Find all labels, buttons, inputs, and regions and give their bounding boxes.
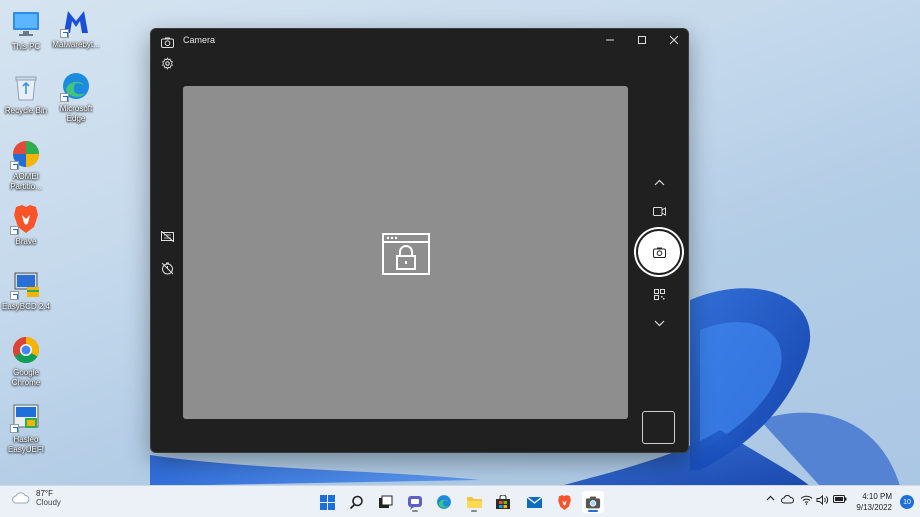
volume-button[interactable]	[816, 495, 829, 505]
chevron-down-icon	[654, 320, 664, 326]
title-bar[interactable]: Camera	[151, 29, 688, 53]
network-button[interactable]	[800, 495, 813, 505]
mode-up-button[interactable]	[648, 171, 670, 193]
chevron-up-icon	[654, 179, 664, 185]
video-mode-button[interactable]	[648, 200, 670, 222]
aomei-icon	[10, 138, 42, 170]
hdr-off-icon	[160, 230, 174, 242]
shortcut-arrow-icon	[10, 424, 19, 433]
qr-code-icon	[653, 288, 665, 300]
running-indicator	[471, 510, 477, 512]
desktop-icon-recycle-bin[interactable]: Recycle Bin	[0, 72, 52, 116]
windows-logo-icon	[319, 494, 335, 510]
settings-button[interactable]	[156, 52, 178, 74]
taskbar-search-button[interactable]	[345, 491, 367, 513]
edge-icon	[437, 495, 451, 509]
close-button[interactable]	[658, 29, 690, 51]
desktop-icon-label: Brave	[15, 237, 37, 246]
hdr-off-button[interactable]	[156, 225, 178, 247]
malwarebytes-icon	[60, 6, 92, 38]
onedrive-button[interactable]	[781, 495, 794, 504]
desktop-icon-malwarebytes[interactable]: Malwarebyt...	[50, 6, 102, 50]
desktop-icon-brave[interactable]: Brave	[0, 203, 52, 247]
camera-app-icon	[161, 35, 174, 53]
maximize-button[interactable]	[626, 29, 658, 51]
recycle-bin-icon	[10, 72, 42, 104]
battery-icon	[833, 495, 847, 503]
shortcut-arrow-icon	[60, 29, 69, 38]
edge-icon	[60, 70, 92, 102]
cloud-icon	[12, 492, 30, 504]
camera-icon	[652, 247, 666, 258]
active-indicator	[588, 510, 598, 512]
battery-button[interactable]	[833, 495, 847, 503]
start-button[interactable]	[316, 491, 338, 513]
weather-temp: 87°F	[36, 489, 53, 498]
running-indicator	[412, 510, 418, 512]
camera-blocked-lock-icon	[382, 233, 430, 280]
taskbar-file-explorer-button[interactable]	[463, 491, 485, 513]
speaker-icon	[816, 495, 829, 505]
store-icon	[496, 494, 510, 509]
gear-icon	[161, 56, 173, 70]
taskbar-edge-button[interactable]	[433, 491, 455, 513]
chat-icon	[408, 495, 422, 510]
desktop-icon-microsoft-edge[interactable]: Microsoft Edge	[50, 70, 102, 124]
last-capture-thumbnail[interactable]	[642, 411, 675, 444]
window-title: Camera	[183, 35, 216, 45]
show-hidden-icons-button[interactable]	[766, 495, 775, 501]
camera-window[interactable]: Camera	[150, 28, 689, 453]
camera-preview	[183, 86, 628, 419]
camera-icon	[585, 496, 601, 508]
desktop-icon-label: AOMEI Partitio...	[10, 172, 42, 191]
cloud-icon	[781, 495, 794, 504]
mode-down-button[interactable]	[648, 312, 670, 334]
taskbar: 87°F Cloudy 4:10 PM 9/13/2022 10	[0, 485, 920, 517]
desktop-icon-label: EasyBCD 2.4	[1, 302, 51, 311]
task-view-icon	[378, 495, 392, 508]
video-camera-icon	[652, 206, 666, 216]
minimize-button[interactable]	[594, 29, 626, 51]
mail-icon	[526, 496, 542, 508]
monitor-icon	[10, 8, 42, 40]
easyuefi-icon	[10, 401, 42, 433]
easybcd-icon	[10, 268, 42, 300]
weather-widget[interactable]: 87°F Cloudy	[12, 489, 61, 507]
brave-icon	[10, 203, 42, 235]
desktop-icon-easyuefi[interactable]: Hasleo EasyUEFI	[0, 401, 52, 455]
chat-button[interactable]	[404, 491, 426, 513]
clock-time: 4:10 PM	[862, 492, 892, 501]
search-icon	[349, 495, 363, 509]
shortcut-arrow-icon	[60, 93, 69, 102]
desktop-icon-google-chrome[interactable]: Google Chrome	[0, 334, 52, 388]
desktop-icon-label: Microsoft Edge	[59, 104, 93, 123]
shortcut-arrow-icon	[10, 161, 19, 170]
notification-badge[interactable]: 10	[900, 495, 914, 509]
brave-icon	[557, 494, 571, 510]
taskbar-brave-button[interactable]	[553, 491, 575, 513]
timer-off-button[interactable]	[156, 257, 178, 279]
taskbar-mail-button[interactable]	[523, 491, 545, 513]
take-photo-button[interactable]	[636, 229, 682, 275]
desktop-icon-label: Google Chrome	[11, 368, 41, 387]
timer-off-icon	[161, 262, 173, 274]
shortcut-arrow-icon	[10, 226, 19, 235]
desktop-icon-easybcd[interactable]: EasyBCD 2.4	[0, 268, 52, 312]
folder-icon	[466, 497, 482, 508]
desktop-icon-label: Malwarebyt...	[52, 40, 100, 49]
chrome-icon	[10, 334, 42, 366]
weather-condition: Cloudy	[36, 498, 61, 507]
qr-scan-button[interactable]	[648, 283, 670, 305]
clock-date: 9/13/2022	[856, 503, 892, 512]
taskbar-clock[interactable]: 4:10 PM 9/13/2022	[856, 491, 892, 513]
taskbar-camera-button[interactable]	[582, 491, 604, 513]
shortcut-arrow-icon	[10, 291, 19, 300]
desktop-icon-label: Hasleo EasyUEFI	[7, 435, 44, 454]
task-view-button[interactable]	[374, 491, 396, 513]
desktop-icon-this-pc[interactable]: This PC	[0, 8, 52, 52]
wifi-icon	[800, 495, 813, 505]
chevron-up-icon	[766, 495, 775, 501]
desktop-icon-aomei[interactable]: AOMEI Partitio...	[0, 138, 52, 192]
taskbar-store-button[interactable]	[492, 491, 514, 513]
